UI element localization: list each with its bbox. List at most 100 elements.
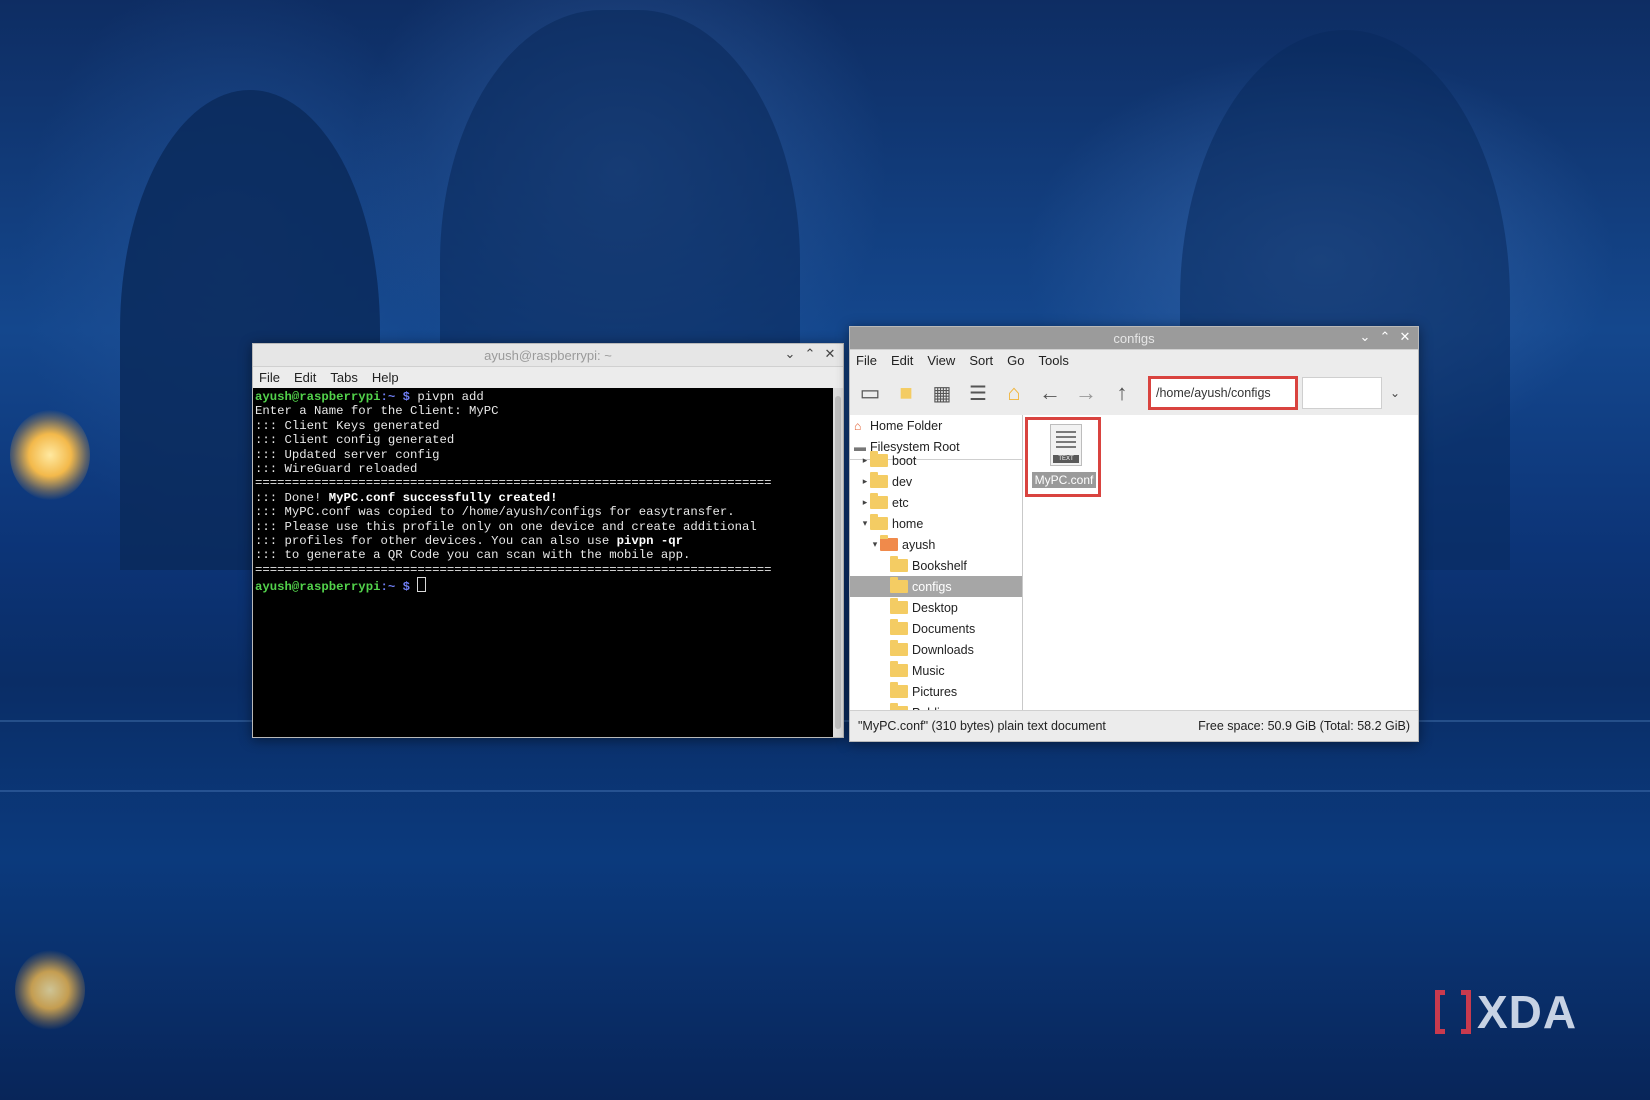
folder-icon [870,451,888,467]
folder-icon [870,493,888,509]
lantern-glow [10,410,90,500]
tree-item-label: Music [912,663,945,678]
tree-item-dev[interactable]: ▸ dev [850,471,1022,492]
expander-icon[interactable]: ▸ [860,476,870,487]
maximize-icon[interactable]: ⌃ [803,346,817,362]
back-icon[interactable]: ← [1034,377,1066,409]
terminal-done-line: ::: Done! MyPC.conf successfully created… [255,490,558,505]
expander-icon[interactable]: ▾ [860,518,870,529]
folder-icon [890,682,908,698]
chevron-down-icon[interactable]: ⌄ [1386,386,1404,400]
menu-file[interactable]: File [259,370,280,385]
tree-item-ayush[interactable]: ▾ ayush [850,534,1022,555]
file-manager-menubar: File Edit View Sort Go Tools [850,350,1418,371]
home-icon[interactable]: ⌂ [998,377,1030,409]
terminal-line: ::: Client Keys generated [255,418,440,433]
terminal-window: ayush@raspberrypi: ~ ⌄ ⌃ ✕ File Edit Tab… [252,343,844,738]
xda-logo-icon [1435,990,1471,1034]
terminal-cursor [417,577,427,593]
menu-edit[interactable]: Edit [891,353,913,368]
tree-item-music[interactable]: Music [850,660,1022,681]
file-manager-title: configs [1113,330,1155,346]
menu-tools[interactable]: Tools [1039,353,1069,368]
terminal-menubar: File Edit Tabs Help [253,367,843,388]
tree-item-boot[interactable]: ▸ boot [850,450,1022,471]
file-item[interactable]: TEXT MyPC.conf [1025,417,1101,497]
terminal-titlebar[interactable]: ayush@raspberrypi: ~ ⌄ ⌃ ✕ [253,344,843,367]
scrollbar-thumb[interactable] [835,396,841,729]
tree-item-desktop[interactable]: Desktop [850,597,1022,618]
expander-icon[interactable]: ▾ [870,539,880,550]
tree-item-downloads[interactable]: Downloads [850,639,1022,660]
status-selection: "MyPC.conf" (310 bytes) plain text docum… [858,719,1106,733]
expander-icon[interactable]: ▸ [860,455,870,466]
forward-icon[interactable]: → [1070,377,1102,409]
tree-item-home[interactable]: ▾ home [850,513,1022,534]
tree-item-label: Downloads [912,642,974,657]
tree-item-pictures[interactable]: Pictures [850,681,1022,702]
terminal-line: Enter a Name for the Client: MyPC [255,404,499,419]
tree-item-label: Documents [912,621,976,636]
new-window-icon[interactable]: ▭ [854,377,886,409]
tree-item-configs[interactable]: configs [850,576,1022,597]
file-view[interactable]: TEXT MyPC.conf [1023,415,1418,711]
menu-go[interactable]: Go [1007,353,1024,368]
tree-item-bookshelf[interactable]: Bookshelf [850,555,1022,576]
text-file-icon: TEXT [1050,424,1082,466]
icon-view-icon[interactable]: ▦ [926,377,958,409]
terminal-scrollbar[interactable] [833,388,843,737]
menu-view[interactable]: View [927,353,955,368]
terminal-prompt-line: ayush@raspberrypi:~ $ [255,577,831,594]
terminal-line: ::: Updated server config [255,447,440,462]
file-name: MyPC.conf [1032,472,1096,488]
terminal-line: ::: WireGuard reloaded [255,462,418,477]
menu-help[interactable]: Help [372,370,399,385]
up-icon[interactable]: ↑ [1106,377,1138,409]
menu-sort[interactable]: Sort [969,353,993,368]
tree-item-label: Desktop [912,600,958,615]
menu-edit[interactable]: Edit [294,370,316,385]
xda-watermark: XDA [1435,985,1577,1039]
path-input[interactable]: /home/ayush/configs [1148,376,1298,410]
terminal-title: ayush@raspberrypi: ~ [484,347,612,363]
watermark-text: XDA [1477,986,1578,1038]
close-icon[interactable]: ✕ [823,346,837,362]
tree-item-label: dev [892,474,913,489]
terminal-command-line: ayush@raspberrypi:~ $ pivpn add [255,390,484,404]
tree-item-label: Pictures [912,684,958,699]
status-free-space: Free space: 50.9 GiB (Total: 58.2 GiB) [1198,719,1410,733]
tree-item-label: boot [892,453,917,468]
tree-item-label: etc [892,495,909,510]
tree-item-label: Bookshelf [912,558,967,573]
maximize-icon[interactable]: ⌃ [1378,329,1392,345]
menu-file[interactable]: File [856,353,877,368]
folder-icon [870,514,888,530]
expander-icon[interactable]: ▸ [860,497,870,508]
tree-item-documents[interactable]: Documents [850,618,1022,639]
new-folder-icon[interactable]: ■ [890,377,922,409]
terminal-line: ::: MyPC.conf was copied to /home/ayush/… [255,505,735,520]
folder-icon [870,472,888,488]
sidebar: ⌂ Home Folder ▬ Filesystem Root ▸ boot ▸ de… [850,415,1023,711]
sidebar-item-home-folder[interactable]: ⌂ Home Folder [850,415,1022,436]
terminal-line: ::: Client config generated [255,433,455,448]
terminal-line: ========================================… [255,476,772,491]
directory-tree: ▸ boot ▸ dev ▸ etc ▾ home ▾ ayush Bookshelf configs… [850,450,1022,711]
terminal-line: ========================================… [255,562,772,577]
terminal-output[interactable]: ayush@raspberrypi:~ $ pivpn add Enter a … [253,388,833,737]
close-icon[interactable]: ✕ [1398,329,1412,345]
path-input-extension[interactable] [1302,377,1382,409]
file-type-tag: TEXT [1053,455,1079,463]
minimize-icon[interactable]: ⌄ [1358,329,1372,345]
folder-icon [890,598,908,614]
list-view-icon[interactable]: ☰ [962,377,994,409]
file-manager-titlebar[interactable]: configs ⌄ ⌃ ✕ [850,327,1418,350]
tree-item-label: configs [912,579,952,594]
folder-icon [890,640,908,656]
tree-item-etc[interactable]: ▸ etc [850,492,1022,513]
file-manager-toolbar: ▭ ■ ▦ ☰ ⌂ ← → ↑ /home/ayush/configs ⌄ [850,371,1418,416]
menu-tabs[interactable]: Tabs [330,370,357,385]
folder-icon [880,535,898,551]
minimize-icon[interactable]: ⌄ [783,346,797,362]
terminal-qr-line: ::: profiles for other devices. You can … [255,534,684,549]
